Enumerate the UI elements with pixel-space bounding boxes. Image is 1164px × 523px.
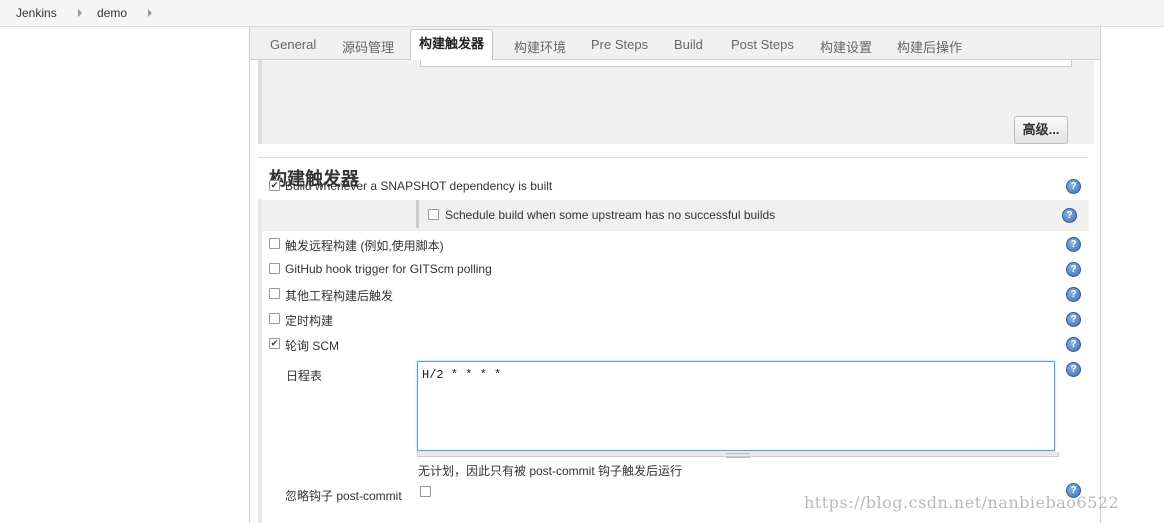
tab-build-triggers[interactable]: 构建触发器: [410, 29, 494, 61]
checkbox-remote-trigger[interactable]: [269, 238, 280, 249]
breadcrumb-demo[interactable]: demo: [97, 6, 127, 20]
help-icon[interactable]: ?: [1066, 287, 1081, 302]
tab-source-control[interactable]: 源码管理: [342, 37, 394, 56]
checkbox-periodic-build[interactable]: [269, 313, 280, 324]
trigger-label: GitHub hook trigger for GITScm polling: [285, 262, 492, 276]
chevron-right-icon[interactable]: [148, 9, 152, 17]
tab-post-build-actions[interactable]: 构建后操作: [897, 37, 962, 56]
tab-build-environment[interactable]: 构建环境: [514, 37, 566, 56]
help-icon[interactable]: ?: [1066, 312, 1081, 327]
trigger-snapshot: ✔ Build whenever a SNAPSHOT dependency i…: [261, 177, 1087, 197]
previous-section: 高级...: [258, 60, 1094, 144]
checkbox-after-other-projects[interactable]: [269, 288, 280, 299]
section-divider: [258, 157, 1088, 158]
checkbox-upstream[interactable]: [428, 209, 439, 220]
ignore-post-commit-label: 忽略钩子 post-commit: [285, 489, 402, 503]
nested-indent: [416, 200, 419, 228]
breadcrumb-jenkins[interactable]: Jenkins: [16, 6, 57, 20]
tab-build-settings[interactable]: 构建设置: [820, 37, 872, 56]
trigger-label: Schedule build when some upstream has no…: [445, 208, 776, 222]
chevron-right-icon[interactable]: [78, 9, 82, 17]
trigger-label: 定时构建: [285, 314, 334, 328]
schedule-hint: 无计划，因此只有被 post-commit 钩子触发后运行: [418, 464, 683, 478]
tab-bar: General 源码管理 构建触发器 构建环境 Pre Steps Build …: [250, 27, 1100, 61]
checkbox-poll-scm[interactable]: ✔: [269, 338, 280, 349]
trigger-label: 其他工程构建后触发: [285, 289, 394, 303]
schedule-label: 日程表: [286, 369, 323, 383]
help-icon[interactable]: ?: [1062, 208, 1077, 223]
help-icon[interactable]: ?: [1066, 262, 1081, 277]
trigger-label: Build whenever a SNAPSHOT dependency is …: [285, 179, 553, 193]
tab-general[interactable]: General: [270, 37, 316, 52]
schedule-textarea[interactable]: H/2 * * * *: [417, 361, 1055, 451]
text-field[interactable]: [420, 60, 1072, 67]
trigger-label: 触发远程构建 (例如,使用脚本): [285, 239, 444, 253]
help-icon[interactable]: ?: [1066, 362, 1081, 377]
tab-post-steps[interactable]: Post Steps: [731, 37, 794, 52]
trigger-label: 轮询 SCM: [285, 339, 340, 353]
help-icon[interactable]: ?: [1066, 237, 1081, 252]
help-icon[interactable]: ?: [1066, 337, 1081, 352]
resize-grip-icon[interactable]: [726, 453, 750, 458]
advanced-button[interactable]: 高级...: [1014, 116, 1068, 144]
checkbox-snapshot[interactable]: ✔: [269, 180, 280, 191]
breadcrumb: Jenkins demo: [0, 0, 1164, 27]
tab-pre-steps[interactable]: Pre Steps: [591, 37, 648, 52]
checkbox-github-hook[interactable]: [269, 263, 280, 274]
tab-build[interactable]: Build: [674, 37, 703, 52]
checkbox-ignore-post-commit[interactable]: [420, 486, 431, 497]
help-icon[interactable]: ?: [1066, 179, 1081, 194]
watermark: https://blog.csdn.net/nanbiebao6522: [804, 493, 1120, 512]
